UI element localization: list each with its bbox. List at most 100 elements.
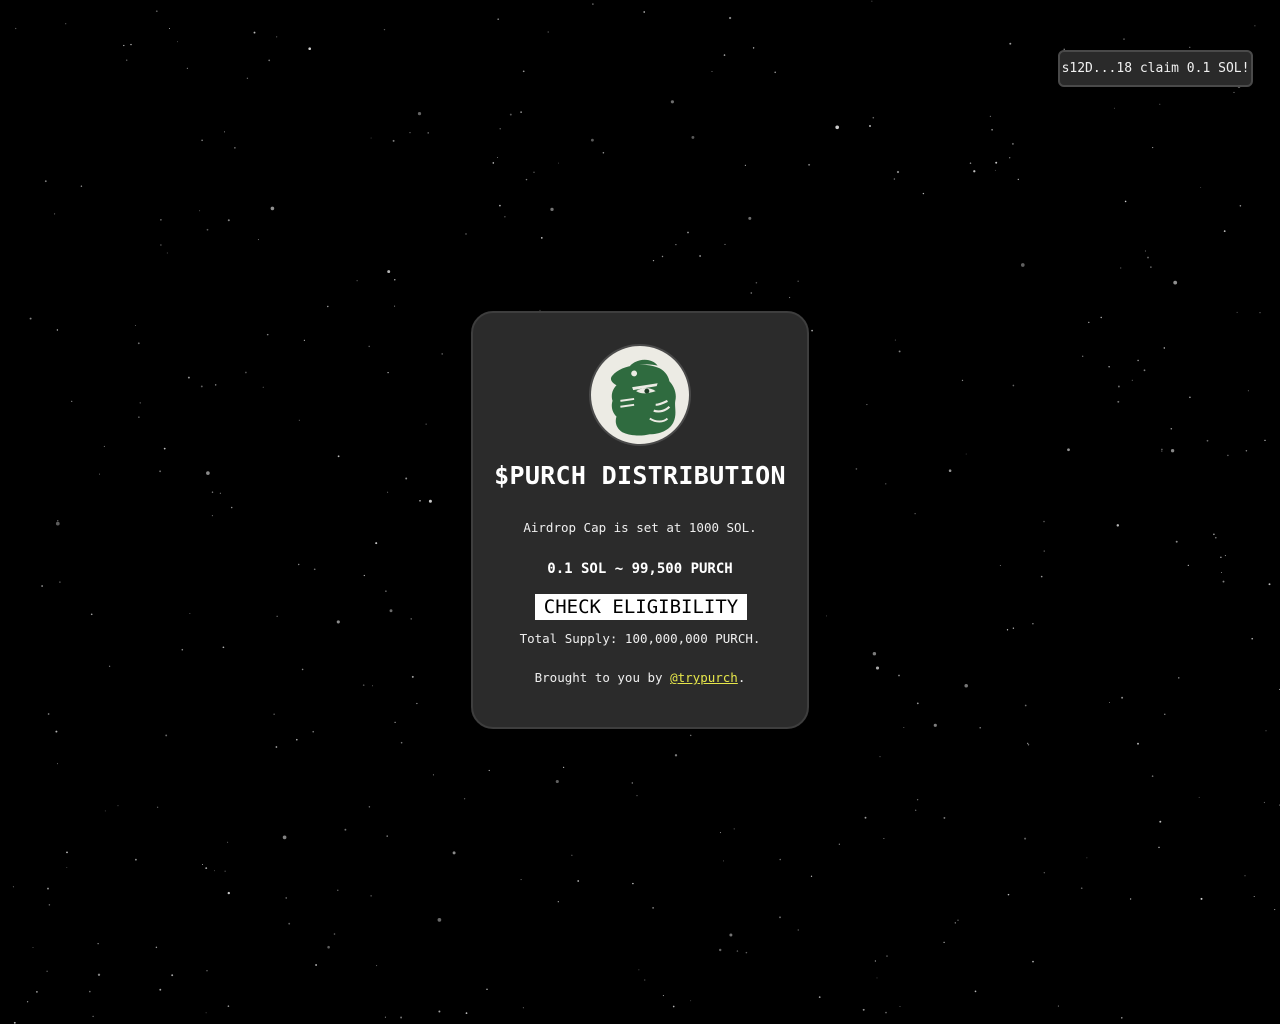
star: [689, 734, 692, 737]
star: [59, 581, 61, 583]
star: [894, 339, 896, 341]
star: [1187, 564, 1189, 567]
star: [266, 333, 269, 336]
star: [1178, 677, 1180, 679]
star: [327, 305, 329, 308]
star: [298, 419, 300, 421]
star: [227, 891, 230, 895]
star: [872, 116, 875, 119]
exchange-rate-text: 0.1 SOL ~ 99,500 PURCH: [547, 561, 733, 577]
star: [437, 918, 442, 922]
star: [1009, 157, 1011, 159]
star: [394, 279, 396, 281]
star: [1086, 857, 1088, 859]
star: [385, 590, 387, 592]
star: [387, 491, 389, 493]
star: [276, 36, 278, 38]
star: [1161, 448, 1163, 451]
star: [452, 851, 456, 855]
star: [465, 233, 467, 235]
star: [199, 210, 201, 212]
star: [994, 169, 996, 171]
star: [189, 613, 191, 614]
star: [371, 685, 374, 687]
star: [898, 350, 901, 353]
star: [1239, 205, 1242, 207]
star: [644, 979, 646, 981]
star: [375, 542, 378, 545]
claim-notification-text: s12D...18 claim 0.1 SOL!: [1061, 61, 1250, 76]
check-eligibility-button[interactable]: CHECK ELIGIBILITY: [535, 594, 747, 620]
star: [1236, 311, 1238, 313]
star: [1254, 25, 1256, 27]
star: [1224, 555, 1226, 557]
star: [558, 162, 560, 164]
star: [103, 445, 105, 447]
star: [160, 244, 162, 246]
purch-logo-icon: [589, 344, 691, 446]
star: [97, 943, 99, 945]
star: [160, 219, 162, 221]
star: [12, 886, 14, 888]
star: [1264, 439, 1266, 442]
star: [733, 828, 735, 830]
star: [995, 161, 998, 164]
star: [916, 799, 919, 801]
star: [370, 895, 372, 897]
star: [1268, 583, 1271, 586]
star: [234, 147, 236, 149]
star: [1150, 266, 1152, 268]
star: [922, 192, 925, 195]
star: [866, 404, 868, 406]
star: [387, 270, 391, 274]
star: [969, 162, 972, 164]
star: [1080, 887, 1083, 890]
star: [1164, 713, 1166, 715]
star: [497, 157, 499, 158]
star: [736, 950, 739, 952]
star: [1040, 575, 1043, 578]
star: [1012, 384, 1015, 387]
star: [224, 870, 226, 872]
star: [533, 171, 535, 173]
star: [56, 329, 59, 331]
star: [1220, 556, 1222, 559]
star: [419, 499, 421, 502]
star: [520, 111, 522, 113]
star: [631, 782, 633, 784]
star: [270, 206, 275, 211]
star: [65, 23, 67, 25]
star: [392, 139, 395, 142]
star: [57, 763, 59, 765]
star: [876, 977, 878, 979]
star: [1043, 872, 1045, 874]
star: [41, 585, 43, 587]
star: [916, 702, 919, 705]
star: [416, 702, 418, 705]
star: [1067, 448, 1070, 452]
star: [883, 837, 885, 840]
trypurch-link[interactable]: @trypurch: [670, 670, 738, 685]
star: [90, 613, 93, 616]
star: [308, 47, 312, 51]
star: [957, 919, 959, 921]
star: [1027, 744, 1030, 746]
star: [1137, 359, 1139, 362]
star: [159, 470, 162, 473]
star: [313, 568, 316, 571]
star: [989, 115, 992, 118]
star: [163, 447, 166, 450]
star: [557, 901, 559, 903]
star: [55, 730, 58, 733]
star: [205, 1012, 207, 1014]
star: [187, 376, 190, 379]
star: [728, 16, 732, 20]
star: [774, 71, 776, 74]
star: [337, 455, 340, 458]
star: [171, 974, 174, 977]
star: [356, 280, 358, 282]
star: [835, 125, 840, 130]
star: [964, 683, 968, 688]
claim-notification-toast: s12D...18 claim 0.1 SOL!: [1058, 50, 1253, 87]
star: [301, 668, 304, 671]
